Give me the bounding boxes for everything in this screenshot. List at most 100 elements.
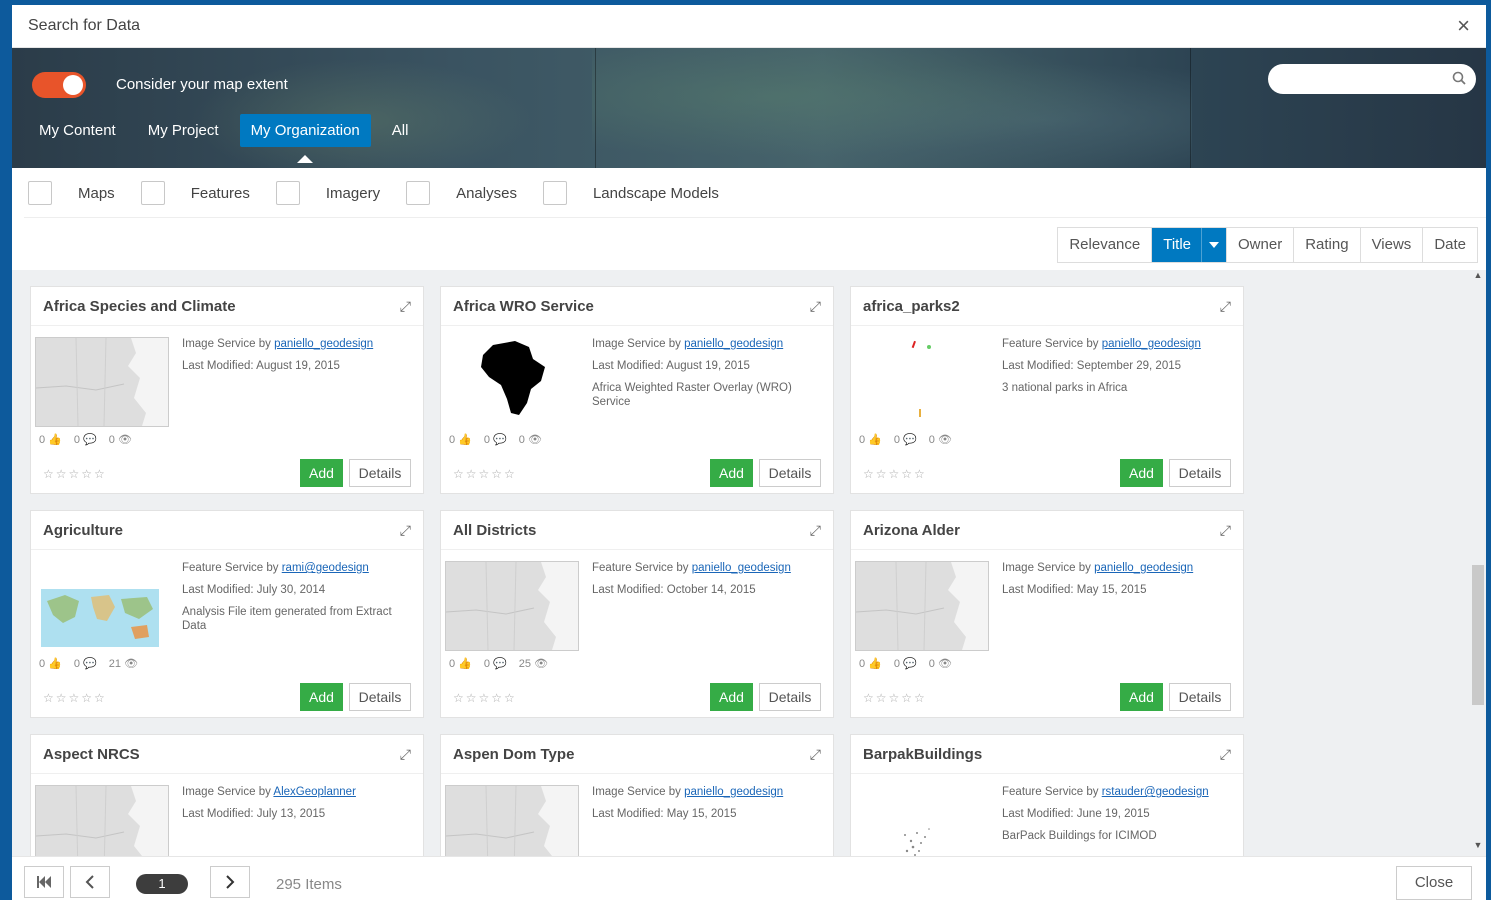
card-title[interactable]: All Districts [453,522,536,539]
sort-views-button[interactable]: Views [1360,228,1424,262]
filter-checkbox[interactable] [275,181,300,205]
first-page-button[interactable] [24,866,64,898]
result-card[interactable]: Arizona Alder ⤢ Image Service by paniello_… [850,510,1244,718]
card-thumbnail[interactable] [445,337,577,425]
details-button[interactable]: Details [349,459,411,487]
result-card[interactable]: Africa WRO Service ⤢ Image Service by pani… [440,286,834,494]
likes-count: 0 [859,658,866,670]
card-thumbnail[interactable] [35,785,169,856]
rating-stars[interactable]: ☆☆☆☆☆ [43,467,107,481]
result-card[interactable]: Africa Species and Climate ⤢ Image Service… [30,286,424,494]
sort-owner-button[interactable]: Owner [1227,228,1295,262]
next-page-button[interactable] [210,866,250,898]
filter-maps[interactable]: Maps [28,181,115,205]
results-scrollbar[interactable]: ▲ ▼ [1472,270,1484,856]
card-owner-link[interactable]: paniello_geodesign [1094,562,1193,574]
add-button[interactable]: Add [710,459,753,487]
expand-icon[interactable]: ⤢ [1220,746,1231,763]
filter-features[interactable]: Features [140,181,250,205]
card-title[interactable]: Africa WRO Service [453,298,594,315]
add-button[interactable]: Add [1120,683,1163,711]
add-button[interactable]: Add [300,683,343,711]
filter-imagery[interactable]: Imagery [275,181,380,205]
add-button[interactable]: Add [1120,459,1163,487]
tab-my-project[interactable]: My Project [137,114,230,147]
card-thumbnail[interactable] [445,785,579,856]
details-button[interactable]: Details [759,459,821,487]
sort-date-button[interactable]: Date [1423,228,1477,262]
card-title[interactable]: Agriculture [43,522,123,539]
card-owner-link[interactable]: rstauder@geodesign [1102,786,1209,798]
result-card[interactable]: Aspen Dom Type ⤢ Image Service by paniello… [440,734,834,856]
tab-my-content[interactable]: My Content [28,114,127,147]
result-card[interactable]: Agriculture ⤢ Feature Service by rami@geod… [30,510,424,718]
scroll-thumb[interactable] [1472,565,1484,705]
filter-checkbox[interactable] [542,181,567,205]
details-button[interactable]: Details [759,683,821,711]
add-button[interactable]: Add [710,683,753,711]
card-owner-link[interactable]: paniello_geodesign [684,786,783,798]
result-card[interactable]: All Districts ⤢ Feature Service by paniell… [440,510,834,718]
filter-checkbox[interactable] [140,181,165,205]
card-title[interactable]: africa_parks2 [863,298,960,315]
rating-stars[interactable]: ☆☆☆☆☆ [453,467,517,481]
tab-my-organization[interactable]: My Organization [239,114,371,163]
card-service-line: Feature Service by paniello_geodesign [592,561,822,575]
rating-stars[interactable]: ☆☆☆☆☆ [863,691,927,705]
expand-icon[interactable]: ⤢ [810,298,821,315]
filter-checkbox[interactable] [406,181,431,205]
sort-relevance-button[interactable]: Relevance [1058,228,1153,262]
rating-stars[interactable]: ☆☆☆☆☆ [43,691,107,705]
card-thumbnail[interactable] [855,337,987,425]
card-title[interactable]: BarpakBuildings [863,746,982,763]
details-button[interactable]: Details [349,683,411,711]
card-title[interactable]: Aspen Dom Type [453,746,574,763]
result-card[interactable]: BarpakBuildings ⤢ Feature Service by rstau… [850,734,1244,856]
expand-icon[interactable]: ⤢ [400,746,411,763]
sort-rating-button[interactable]: Rating [1294,228,1361,262]
search-input[interactable] [1280,64,1454,94]
filter-landscape-models[interactable]: Landscape Models [542,181,719,205]
scroll-up-icon[interactable]: ▲ [1472,270,1484,284]
card-thumbnail[interactable] [35,337,169,427]
scroll-down-icon[interactable]: ▼ [1472,840,1484,854]
add-button[interactable]: Add [300,459,343,487]
expand-icon[interactable]: ⤢ [810,746,821,763]
expand-icon[interactable]: ⤢ [400,522,411,539]
card-owner-link[interactable]: paniello_geodesign [684,338,783,350]
card-owner-link[interactable]: rami@geodesign [282,562,369,574]
caret-down-icon[interactable] [1201,228,1226,262]
card-thumbnail[interactable] [445,561,579,651]
card-title[interactable]: Aspect NRCS [43,746,140,763]
expand-icon[interactable]: ⤢ [1220,522,1231,539]
tab-all[interactable]: All [381,114,420,147]
card-title[interactable]: Africa Species and Climate [43,298,236,315]
filter-checkbox[interactable] [28,181,52,205]
details-button[interactable]: Details [1169,459,1231,487]
prev-page-button[interactable] [70,866,110,898]
result-card[interactable]: Aspect NRCS ⤢ Image Service by AlexGeoplan… [30,734,424,856]
expand-icon[interactable]: ⤢ [810,522,821,539]
close-icon[interactable]: × [1457,15,1470,37]
rating-stars[interactable]: ☆☆☆☆☆ [453,691,517,705]
current-page[interactable]: 1 [136,874,188,894]
map-extent-toggle[interactable] [32,72,86,98]
expand-icon[interactable]: ⤢ [1220,298,1231,315]
card-title[interactable]: Arizona Alder [863,522,960,539]
sort-title-button[interactable]: Title [1152,228,1228,262]
expand-icon[interactable]: ⤢ [400,298,411,315]
details-button[interactable]: Details [1169,683,1231,711]
search-icon[interactable] [1452,71,1466,85]
likes-count: 0 [449,658,456,670]
card-owner-link[interactable]: AlexGeoplanner [273,786,355,798]
card-thumbnail[interactable] [35,561,167,649]
card-owner-link[interactable]: paniello_geodesign [692,562,791,574]
card-owner-link[interactable]: paniello_geodesign [274,338,373,350]
close-button[interactable]: Close [1396,866,1472,900]
rating-stars[interactable]: ☆☆☆☆☆ [863,467,927,481]
card-thumbnail[interactable] [855,561,989,651]
result-card[interactable]: africa_parks2 ⤢ Feature Service by paniell… [850,286,1244,494]
card-thumbnail[interactable] [855,785,987,856]
filter-analyses[interactable]: Analyses [406,181,517,205]
card-owner-link[interactable]: paniello_geodesign [1102,338,1201,350]
